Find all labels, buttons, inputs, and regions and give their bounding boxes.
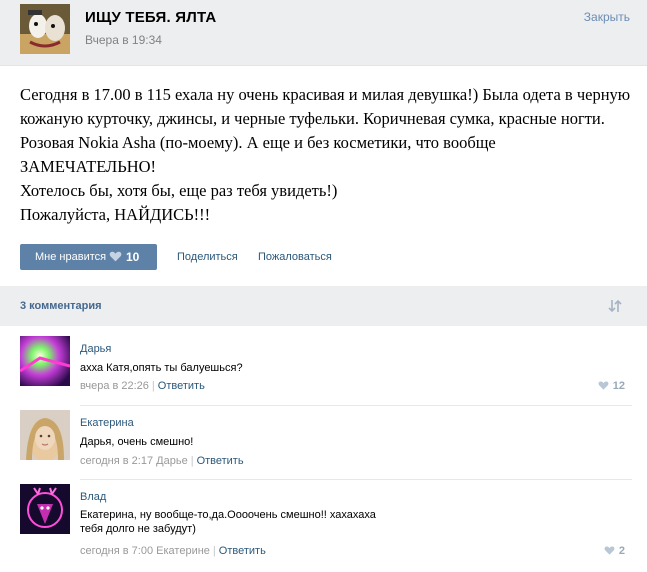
group-avatar[interactable] bbox=[20, 4, 70, 54]
comment-author[interactable]: Влад bbox=[80, 491, 106, 503]
separator: | bbox=[151, 380, 155, 392]
comment-like-button[interactable]: 12 bbox=[598, 380, 625, 392]
group-title[interactable]: ИЩУ ТЕБЯ. ЯЛТА bbox=[85, 9, 216, 26]
comment-text: Дарья, очень смешно! bbox=[80, 436, 194, 448]
avatar[interactable] bbox=[20, 484, 70, 534]
avatar[interactable] bbox=[20, 410, 70, 460]
sort-icon[interactable] bbox=[607, 298, 623, 314]
comment-like-count: 2 bbox=[618, 545, 625, 557]
comment-like-button[interactable]: 2 bbox=[604, 545, 625, 557]
comment-text: Екатерина, ну вообще-то,да.Оооочень смеш… bbox=[80, 509, 376, 535]
comment-author[interactable]: Дарья bbox=[80, 343, 111, 355]
share-button[interactable]: Поделиться bbox=[177, 251, 238, 263]
comment-time[interactable]: сегодня в 2:17 bbox=[80, 455, 153, 467]
divider bbox=[80, 479, 632, 480]
divider bbox=[80, 405, 632, 406]
avatar[interactable] bbox=[20, 336, 70, 386]
user-photo-icon bbox=[20, 410, 70, 460]
like-button[interactable]: Мне нравится 10 bbox=[20, 244, 157, 270]
heart-icon bbox=[604, 546, 615, 555]
comment-meta: вчера в 22:26 | Ответить bbox=[80, 380, 205, 392]
comments-header: 3 комментария bbox=[0, 286, 647, 326]
like-label: Мне нравится bbox=[35, 251, 107, 263]
user-photo-icon bbox=[20, 336, 70, 386]
separator: | bbox=[190, 455, 194, 467]
comments-count[interactable]: 3 комментария bbox=[20, 300, 102, 312]
reply-button[interactable]: Ответить bbox=[197, 455, 244, 467]
reply-button[interactable]: Ответить bbox=[158, 380, 205, 392]
reply-button[interactable]: Ответить bbox=[219, 545, 266, 557]
post-header: ИЩУ ТЕБЯ. ЯЛТА Вчера в 19:34 Закрыть bbox=[0, 0, 647, 66]
heart-icon bbox=[598, 381, 609, 390]
report-button[interactable]: Пожаловаться bbox=[258, 251, 332, 263]
comment-meta: сегодня в 2:17 Дарье | Ответить bbox=[80, 455, 244, 467]
comment-like-count: 12 bbox=[612, 380, 625, 392]
comment-author[interactable]: Екатерина bbox=[80, 417, 134, 429]
comment-meta: сегодня в 7:00 Екатерине | Ответить bbox=[80, 545, 266, 557]
separator: | bbox=[212, 545, 216, 557]
comment-reply-to[interactable]: Дарье bbox=[156, 455, 188, 467]
comment-time[interactable]: сегодня в 7:00 bbox=[80, 545, 153, 557]
close-button[interactable]: Закрыть bbox=[584, 10, 630, 24]
heart-icon bbox=[109, 251, 122, 262]
comment-text: ахха Катя,опять ты балуешься? bbox=[80, 362, 243, 374]
comment-time[interactable]: вчера в 22:26 bbox=[80, 380, 149, 392]
comment-reply-to[interactable]: Екатерине bbox=[156, 545, 210, 557]
like-count: 10 bbox=[126, 250, 140, 264]
user-photo-icon bbox=[20, 484, 70, 534]
post-text: Сегодня в 17.00 в 115 ехала ну очень кра… bbox=[20, 85, 631, 224]
cartoon-avatar-icon bbox=[20, 4, 70, 54]
post-time[interactable]: Вчера в 19:34 bbox=[85, 33, 162, 47]
